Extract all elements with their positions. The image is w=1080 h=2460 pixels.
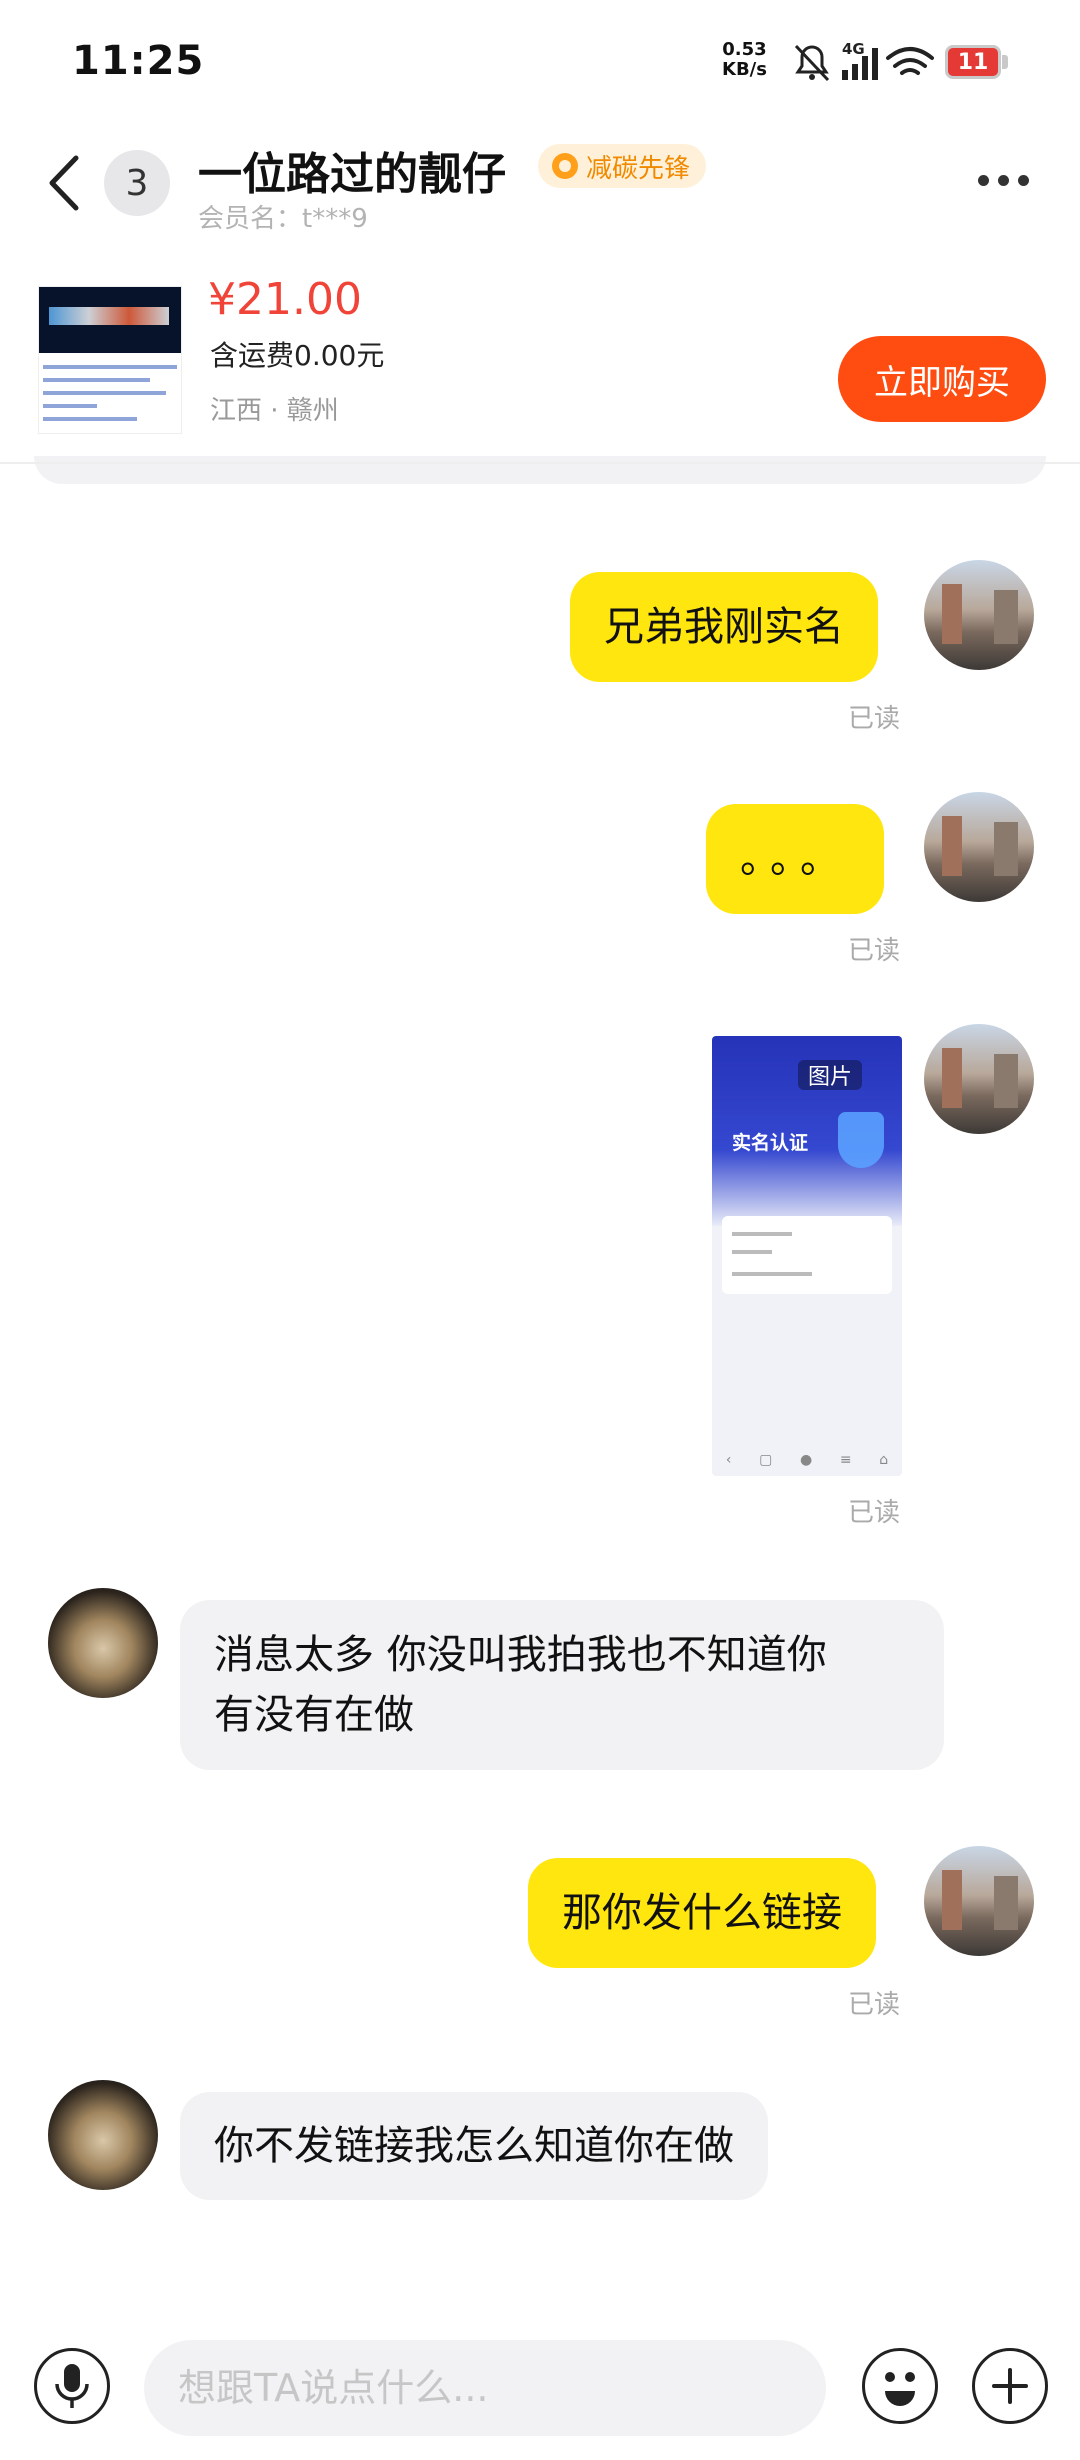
network-type: 4G [842, 40, 865, 58]
image-nav-bar: ‹ ▢ ● ≡ ⌂ [725, 1452, 889, 1468]
wifi-icon [886, 47, 934, 75]
back-button[interactable] [40, 148, 90, 218]
battery-tip [1002, 55, 1008, 69]
seller-location: 江西 · 赣州 [210, 396, 339, 426]
image-tag: 图片 [798, 1060, 863, 1090]
my-avatar[interactable] [924, 560, 1034, 670]
voice-input-button[interactable] [34, 2348, 110, 2424]
emoji-button[interactable] [862, 2348, 938, 2424]
message-bubble-sent[interactable]: 。。。 [706, 804, 884, 914]
shield-icon [838, 1112, 884, 1168]
read-receipt: 已读 [848, 1990, 901, 2020]
battery-indicator: 11 [945, 45, 1001, 79]
buy-now-button[interactable]: 立即购买 [838, 336, 1046, 422]
message-bubble-received[interactable]: 你不发链接我怎么知道你在做 [180, 2092, 768, 2200]
more-actions-button[interactable] [972, 2348, 1048, 2424]
user-tag-badge: 减碳先锋 [538, 144, 707, 188]
image-id-card [722, 1216, 892, 1294]
my-avatar[interactable] [924, 1846, 1034, 1956]
more-options-button[interactable] [978, 160, 1038, 200]
message-bubble-received[interactable]: 消息太多 你没叫我拍我也不知道你 有没有在做 [180, 1600, 944, 1770]
emoji-icon [885, 2372, 915, 2406]
chat-title: 一位路过的靓仔 [198, 149, 506, 200]
user-tag-label: 减碳先锋 [586, 153, 691, 184]
message-text-line: 消息太多 你没叫我拍我也不知道你 [214, 1632, 827, 1678]
product-price: ¥21.00 [208, 274, 362, 325]
leaf-badge-icon [552, 153, 578, 179]
my-avatar[interactable] [924, 792, 1034, 902]
microphone-icon [55, 2364, 89, 2408]
read-receipt: 已读 [848, 704, 901, 734]
header-divider [0, 462, 1080, 464]
chevron-left-icon [49, 155, 79, 211]
image-title: 实名认证 [732, 1132, 809, 1154]
mute-bell-icon [794, 44, 830, 82]
message-text-line: 有没有在做 [214, 1692, 414, 1738]
more-icon [978, 174, 989, 186]
product-thumbnail[interactable] [38, 286, 182, 434]
read-receipt: 已读 [848, 936, 901, 966]
plus-icon [992, 2368, 1028, 2404]
seller-avatar[interactable] [48, 2080, 158, 2190]
message-bubble-sent[interactable]: 那你发什么链接 [528, 1858, 876, 1968]
read-receipt: 已读 [848, 1498, 901, 1528]
message-image-sent[interactable]: 实名认证 图片 ‹ ▢ ● ≡ ⌂ [712, 1036, 902, 1476]
message-bubble-sent[interactable]: 兄弟我刚实名 [570, 572, 878, 682]
message-input[interactable] [144, 2340, 826, 2436]
unread-count-badge[interactable]: 3 [104, 150, 170, 216]
shipping-fee: 含运费0.00元 [210, 339, 385, 372]
member-name: 会员名：t***9 [198, 204, 368, 234]
my-avatar[interactable] [924, 1024, 1034, 1134]
seller-avatar[interactable] [48, 1588, 158, 1698]
previous-message-edge [34, 456, 1046, 484]
network-speed: 0.53 KB/s [722, 39, 767, 80]
status-time: 11:25 [72, 38, 205, 84]
